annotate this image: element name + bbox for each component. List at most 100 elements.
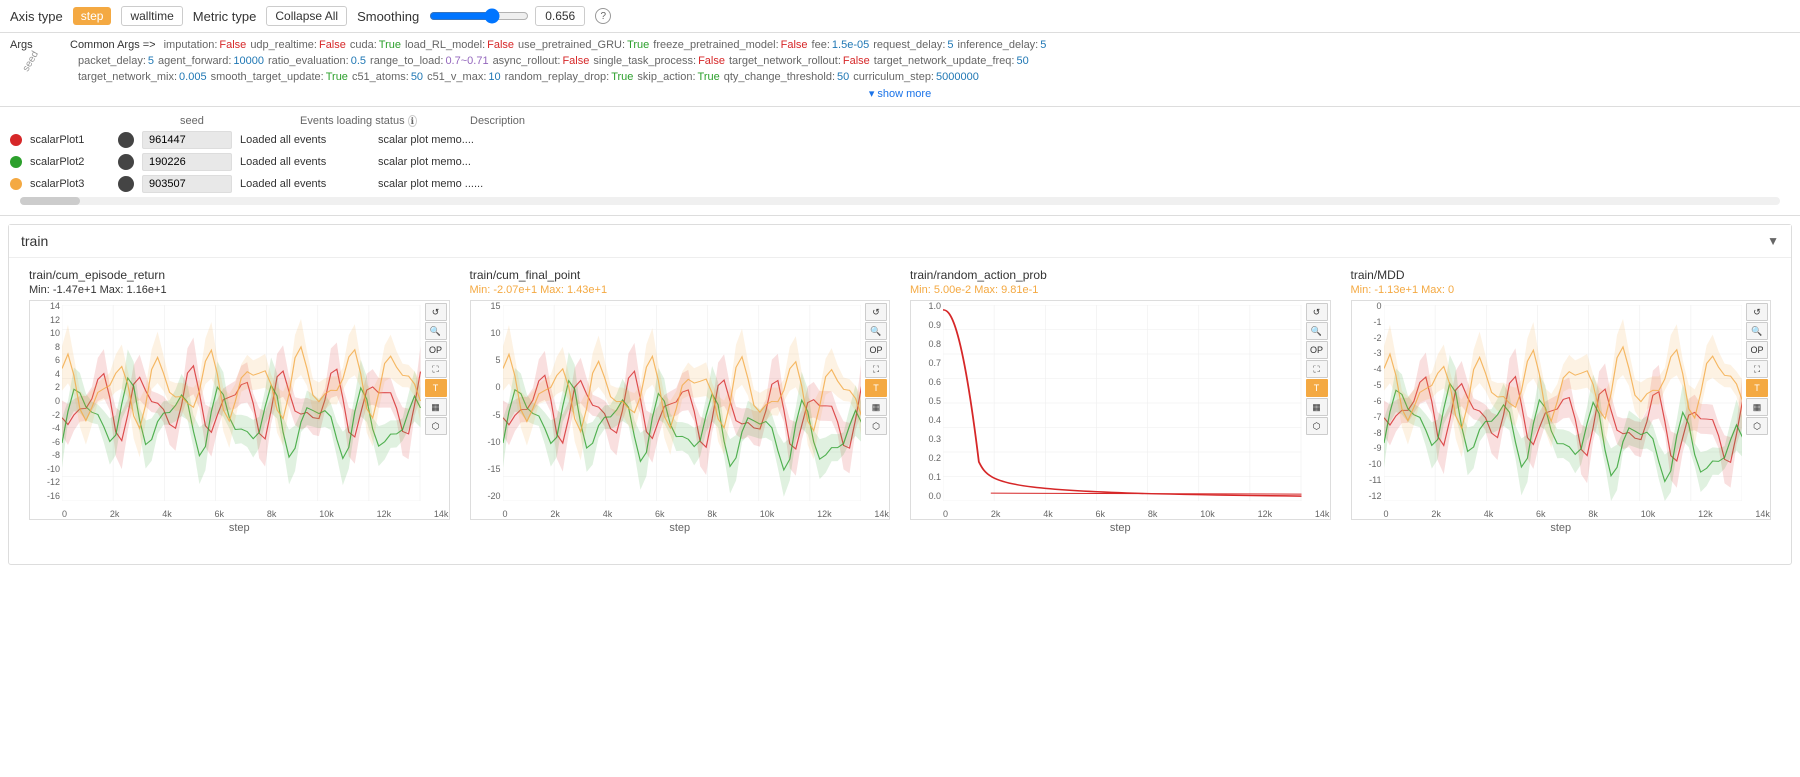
y-label: -4 (52, 423, 60, 433)
chart-button-6[interactable]: ⬡ (865, 417, 887, 435)
chart-button-1[interactable]: 🔍 (1746, 322, 1768, 340)
smoothing-slider[interactable] (429, 8, 529, 24)
chart-minmax: Min: 5.00e-2 Max: 9.81e-1 (910, 284, 1331, 296)
args-seed-label: seed (10, 55, 78, 67)
param-item: use_pretrained_GRU: True (518, 39, 649, 51)
charts-grid: train/cum_episode_returnMin: -1.47e+1 Ma… (9, 258, 1791, 564)
run-toggle-button[interactable] (118, 132, 134, 148)
param-item: smooth_target_update: True (211, 71, 348, 83)
chart-inner (503, 305, 862, 501)
show-more-button[interactable]: ▾ show more (0, 85, 1800, 102)
run-row: scalarPlot1Loaded all eventsscalar plot … (10, 131, 1790, 149)
chart-buttons: ↺🔍OP⛶T▦⬡ (1306, 303, 1328, 435)
chart-button-0[interactable]: ↺ (1306, 303, 1328, 321)
run-name: scalarPlot2 (30, 156, 110, 168)
param-item: request_delay: 5 (873, 39, 953, 51)
x-label: 4k (1484, 509, 1494, 519)
x-label: 6k (655, 509, 665, 519)
args-params-row1: imputation: Falseudp_realtime: Falsecuda… (164, 39, 1790, 51)
x-axis: 02k4k6k8k10k12k14k (503, 509, 890, 519)
walltime-button[interactable]: walltime (121, 6, 182, 26)
param-value: True (611, 71, 633, 83)
y-label: -10 (487, 437, 500, 447)
help-icon[interactable]: ? (595, 8, 611, 24)
chart-button-3[interactable]: ⛶ (1306, 360, 1328, 378)
y-label: -8 (52, 450, 60, 460)
x-label: 10k (1200, 509, 1215, 519)
run-seed-input[interactable] (142, 131, 232, 149)
args-row-header: Args Common Args => imputation: Falseudp… (0, 37, 1800, 53)
param-name: ratio_evaluation: (268, 55, 349, 67)
chart-title: train/cum_final_point (470, 268, 891, 282)
chart-container-1: train/cum_final_pointMin: -2.07e+1 Max: … (460, 268, 901, 554)
chart-button-5[interactable]: ▦ (865, 398, 887, 416)
runs-header: seed Events loading status ℹ Description (10, 115, 1790, 127)
args-row2: seed packet_delay: 5agent_forward: 10000… (0, 53, 1800, 69)
chart-button-4[interactable]: T (1746, 379, 1768, 397)
x-label: 2k (1431, 509, 1441, 519)
chart-button-3[interactable]: ⛶ (865, 360, 887, 378)
chart-button-1[interactable]: 🔍 (1306, 322, 1328, 340)
chart-area: 14121086420-2-4-6-8-10-12-1602k4k6k8k10k… (29, 300, 450, 520)
param-value: True (627, 39, 649, 51)
chart-container-0: train/cum_episode_returnMin: -1.47e+1 Ma… (19, 268, 460, 554)
run-toggle-button[interactable] (118, 154, 134, 170)
collapse-all-button[interactable]: Collapse All (266, 6, 347, 26)
chart-container-2: train/random_action_probMin: 5.00e-2 Max… (900, 268, 1341, 554)
y-label: 0.1 (928, 472, 941, 482)
param-value: False (843, 55, 870, 67)
param-item: load_RL_model: False (405, 39, 514, 51)
chart-button-6[interactable]: ⬡ (425, 417, 447, 435)
smoothing-slider-container: 0.656 (429, 6, 585, 26)
scrollbar[interactable] (20, 197, 1780, 205)
run-toggle-button[interactable] (118, 176, 134, 192)
chart-button-2[interactable]: OP (865, 341, 887, 359)
y-label: 0.0 (928, 491, 941, 501)
param-name: qty_change_threshold: (724, 71, 835, 83)
x-label: 14k (874, 509, 889, 519)
chart-button-3[interactable]: ⛶ (1746, 360, 1768, 378)
chart-minmax: Min: -1.13e+1 Max: 0 (1351, 284, 1772, 296)
chart-button-5[interactable]: ▦ (425, 398, 447, 416)
smoothing-value: 0.656 (535, 6, 585, 26)
param-value: True (698, 71, 720, 83)
chart-button-5[interactable]: ▦ (1746, 398, 1768, 416)
y-label: 0.3 (928, 434, 941, 444)
chart-button-4[interactable]: T (865, 379, 887, 397)
chart-button-2[interactable]: OP (1746, 341, 1768, 359)
chart-button-6[interactable]: ⬡ (1746, 417, 1768, 435)
chart-xlabel: step (29, 522, 450, 534)
chart-button-1[interactable]: 🔍 (425, 322, 447, 340)
chart-button-0[interactable]: ↺ (865, 303, 887, 321)
chart-button-4[interactable]: T (425, 379, 447, 397)
step-button[interactable]: step (73, 7, 112, 25)
param-item: inference_delay: 5 (958, 39, 1047, 51)
param-name: request_delay: (873, 39, 945, 51)
param-value: 50 (837, 71, 849, 83)
param-item: fee: 1.5e-05 (812, 39, 870, 51)
x-label: 12k (817, 509, 832, 519)
chart-area: 0-1-2-3-4-5-6-7-8-9-10-11-1202k4k6k8k10k… (1351, 300, 1772, 520)
param-value: 5 (1040, 39, 1046, 51)
run-seed-input[interactable] (142, 153, 232, 171)
param-name: random_replay_drop: (505, 71, 610, 83)
param-name: packet_delay: (78, 55, 146, 67)
chart-button-4[interactable]: T (1306, 379, 1328, 397)
chart-buttons: ↺🔍OP⛶T▦⬡ (865, 303, 887, 435)
x-label: 0 (503, 509, 508, 519)
chart-button-6[interactable]: ⬡ (1306, 417, 1328, 435)
param-name: range_to_load: (370, 55, 443, 67)
x-axis: 02k4k6k8k10k12k14k (943, 509, 1330, 519)
chart-button-5[interactable]: ▦ (1306, 398, 1328, 416)
param-name: cuda: (350, 39, 377, 51)
y-label: 0 (1376, 301, 1381, 311)
chart-button-2[interactable]: OP (1306, 341, 1328, 359)
chart-button-0[interactable]: ↺ (1746, 303, 1768, 321)
run-seed-input[interactable] (142, 175, 232, 193)
train-header[interactable]: train ▼ (9, 225, 1791, 258)
chart-button-1[interactable]: 🔍 (865, 322, 887, 340)
chart-button-0[interactable]: ↺ (425, 303, 447, 321)
chart-button-3[interactable]: ⛶ (425, 360, 447, 378)
chart-button-2[interactable]: OP (425, 341, 447, 359)
y-label: 15 (490, 301, 500, 311)
